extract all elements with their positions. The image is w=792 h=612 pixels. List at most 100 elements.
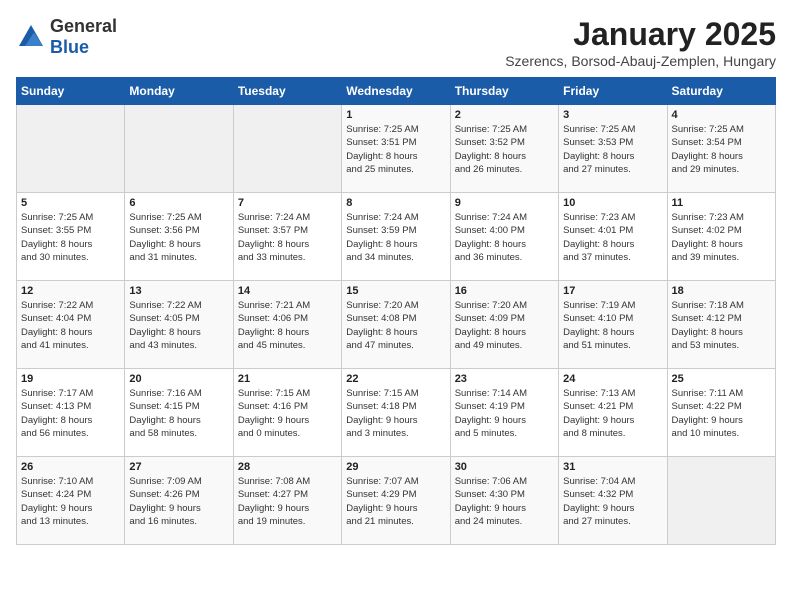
calendar-week-2: 5Sunrise: 7:25 AM Sunset: 3:55 PM Daylig… — [17, 193, 776, 281]
day-info: Sunrise: 7:22 AM Sunset: 4:05 PM Dayligh… — [129, 299, 228, 352]
day-number: 10 — [563, 197, 662, 209]
weekday-header-wednesday: Wednesday — [342, 78, 450, 105]
day-number: 17 — [563, 285, 662, 297]
day-info: Sunrise: 7:21 AM Sunset: 4:06 PM Dayligh… — [238, 299, 337, 352]
day-info: Sunrise: 7:10 AM Sunset: 4:24 PM Dayligh… — [21, 475, 120, 528]
calendar-cell: 22 Sunrise: 7:15 AM Sunset: 4:18 PM Dayli… — [342, 369, 450, 457]
day-info: Sunrise: 7:14 AM Sunset: 4:19 PM Dayligh… — [455, 387, 554, 440]
weekday-header-sunday: Sunday — [17, 78, 125, 105]
weekday-header-friday: Friday — [559, 78, 667, 105]
day-number: 2 — [455, 109, 554, 121]
calendar-cell: 2Sunrise: 7:25 AM Sunset: 3:52 PM Daylig… — [450, 105, 558, 193]
day-number: 6 — [129, 197, 228, 209]
month-title: January 2025 — [505, 16, 776, 53]
day-number: 21 — [238, 373, 337, 385]
day-info: Sunrise: 7:25 AM Sunset: 3:56 PM Dayligh… — [129, 211, 228, 264]
calendar-week-3: 12 Sunrise: 7:22 AM Sunset: 4:04 PM Dayli… — [17, 281, 776, 369]
day-number: 23 — [455, 373, 554, 385]
day-number: 27 — [129, 461, 228, 473]
day-number: 31 — [563, 461, 662, 473]
calendar-cell: 16 Sunrise: 7:20 AM Sunset: 4:09 PM Dayli… — [450, 281, 558, 369]
calendar-body: 1 Sunrise: 7:25 AM Sunset: 3:51 PM Daylig… — [17, 105, 776, 545]
day-info: Sunrise: 7:25 AM Sunset: 3:55 PM Dayligh… — [21, 211, 120, 264]
calendar-cell: 25 Sunrise: 7:11 AM Sunset: 4:22 PM Dayli… — [667, 369, 775, 457]
day-info: Sunrise: 7:09 AM Sunset: 4:26 PM Dayligh… — [129, 475, 228, 528]
day-number: 28 — [238, 461, 337, 473]
day-info: Sunrise: 7:20 AM Sunset: 4:09 PM Dayligh… — [455, 299, 554, 352]
calendar-cell: 20 Sunrise: 7:16 AM Sunset: 4:15 PM Dayli… — [125, 369, 233, 457]
calendar-cell: 1 Sunrise: 7:25 AM Sunset: 3:51 PM Daylig… — [342, 105, 450, 193]
calendar-cell: 27 Sunrise: 7:09 AM Sunset: 4:26 PM Dayli… — [125, 457, 233, 545]
calendar-cell: 7 Sunrise: 7:24 AM Sunset: 3:57 PM Daylig… — [233, 193, 341, 281]
logo-blue: Blue — [50, 37, 89, 57]
calendar-cell: 5Sunrise: 7:25 AM Sunset: 3:55 PM Daylig… — [17, 193, 125, 281]
day-info: Sunrise: 7:22 AM Sunset: 4:04 PM Dayligh… — [21, 299, 120, 352]
calendar-cell: 21Sunrise: 7:15 AM Sunset: 4:16 PM Dayli… — [233, 369, 341, 457]
calendar-cell: 29Sunrise: 7:07 AM Sunset: 4:29 PM Dayli… — [342, 457, 450, 545]
calendar-cell: 3 Sunrise: 7:25 AM Sunset: 3:53 PM Daylig… — [559, 105, 667, 193]
calendar-cell: 23 Sunrise: 7:14 AM Sunset: 4:19 PM Dayli… — [450, 369, 558, 457]
day-info: Sunrise: 7:24 AM Sunset: 4:00 PM Dayligh… — [455, 211, 554, 264]
day-info: Sunrise: 7:18 AM Sunset: 4:12 PM Dayligh… — [672, 299, 771, 352]
day-info: Sunrise: 7:04 AM Sunset: 4:32 PM Dayligh… — [563, 475, 662, 528]
weekday-header-tuesday: Tuesday — [233, 78, 341, 105]
day-info: Sunrise: 7:23 AM Sunset: 4:01 PM Dayligh… — [563, 211, 662, 264]
calendar-cell: 18 Sunrise: 7:18 AM Sunset: 4:12 PM Dayli… — [667, 281, 775, 369]
day-info: Sunrise: 7:13 AM Sunset: 4:21 PM Dayligh… — [563, 387, 662, 440]
day-number: 4 — [672, 109, 771, 121]
day-number: 20 — [129, 373, 228, 385]
day-info: Sunrise: 7:25 AM Sunset: 3:54 PM Dayligh… — [672, 123, 771, 176]
day-number: 13 — [129, 285, 228, 297]
day-info: Sunrise: 7:16 AM Sunset: 4:15 PM Dayligh… — [129, 387, 228, 440]
day-info: Sunrise: 7:17 AM Sunset: 4:13 PM Dayligh… — [21, 387, 120, 440]
day-info: Sunrise: 7:11 AM Sunset: 4:22 PM Dayligh… — [672, 387, 771, 440]
day-info: Sunrise: 7:25 AM Sunset: 3:51 PM Dayligh… — [346, 123, 445, 176]
calendar-cell: 6 Sunrise: 7:25 AM Sunset: 3:56 PM Daylig… — [125, 193, 233, 281]
day-info: Sunrise: 7:25 AM Sunset: 3:53 PM Dayligh… — [563, 123, 662, 176]
logo: General Blue — [16, 16, 117, 58]
calendar-cell: 13 Sunrise: 7:22 AM Sunset: 4:05 PM Dayli… — [125, 281, 233, 369]
calendar-cell — [233, 105, 341, 193]
weekday-header-saturday: Saturday — [667, 78, 775, 105]
day-info: Sunrise: 7:15 AM Sunset: 4:18 PM Dayligh… — [346, 387, 445, 440]
calendar-week-5: 26 Sunrise: 7:10 AM Sunset: 4:24 PM Dayli… — [17, 457, 776, 545]
day-number: 25 — [672, 373, 771, 385]
day-number: 8 — [346, 197, 445, 209]
location-subtitle: Szerencs, Borsod-Abauj-Zemplen, Hungary — [505, 53, 776, 69]
day-info: Sunrise: 7:20 AM Sunset: 4:08 PM Dayligh… — [346, 299, 445, 352]
calendar-cell: 19Sunrise: 7:17 AM Sunset: 4:13 PM Dayli… — [17, 369, 125, 457]
day-number: 29 — [346, 461, 445, 473]
calendar-cell — [125, 105, 233, 193]
day-number: 18 — [672, 285, 771, 297]
day-number: 22 — [346, 373, 445, 385]
day-info: Sunrise: 7:06 AM Sunset: 4:30 PM Dayligh… — [455, 475, 554, 528]
day-number: 15 — [346, 285, 445, 297]
day-number: 26 — [21, 461, 120, 473]
calendar-cell: 12 Sunrise: 7:22 AM Sunset: 4:04 PM Dayli… — [17, 281, 125, 369]
calendar-cell: 28 Sunrise: 7:08 AM Sunset: 4:27 PM Dayli… — [233, 457, 341, 545]
calendar-cell: 9Sunrise: 7:24 AM Sunset: 4:00 PM Daylig… — [450, 193, 558, 281]
day-number: 30 — [455, 461, 554, 473]
calendar-cell: 11 Sunrise: 7:23 AM Sunset: 4:02 PM Dayli… — [667, 193, 775, 281]
logo-general: General — [50, 16, 117, 36]
weekday-header-thursday: Thursday — [450, 78, 558, 105]
day-number: 3 — [563, 109, 662, 121]
calendar-cell: 15 Sunrise: 7:20 AM Sunset: 4:08 PM Dayli… — [342, 281, 450, 369]
calendar-cell: 10 Sunrise: 7:23 AM Sunset: 4:01 PM Dayli… — [559, 193, 667, 281]
logo-text: General Blue — [50, 16, 117, 58]
day-number: 1 — [346, 109, 445, 121]
day-info: Sunrise: 7:23 AM Sunset: 4:02 PM Dayligh… — [672, 211, 771, 264]
calendar-week-4: 19Sunrise: 7:17 AM Sunset: 4:13 PM Dayli… — [17, 369, 776, 457]
day-info: Sunrise: 7:08 AM Sunset: 4:27 PM Dayligh… — [238, 475, 337, 528]
calendar-cell: 30 Sunrise: 7:06 AM Sunset: 4:30 PM Dayli… — [450, 457, 558, 545]
day-number: 12 — [21, 285, 120, 297]
calendar-cell: 8Sunrise: 7:24 AM Sunset: 3:59 PM Daylig… — [342, 193, 450, 281]
calendar-header-row: SundayMondayTuesdayWednesdayThursdayFrid… — [17, 78, 776, 105]
calendar-cell — [667, 457, 775, 545]
day-info: Sunrise: 7:24 AM Sunset: 3:57 PM Dayligh… — [238, 211, 337, 264]
day-number: 16 — [455, 285, 554, 297]
day-number: 11 — [672, 197, 771, 209]
calendar-cell — [17, 105, 125, 193]
day-number: 7 — [238, 197, 337, 209]
calendar-cell: 24Sunrise: 7:13 AM Sunset: 4:21 PM Dayli… — [559, 369, 667, 457]
